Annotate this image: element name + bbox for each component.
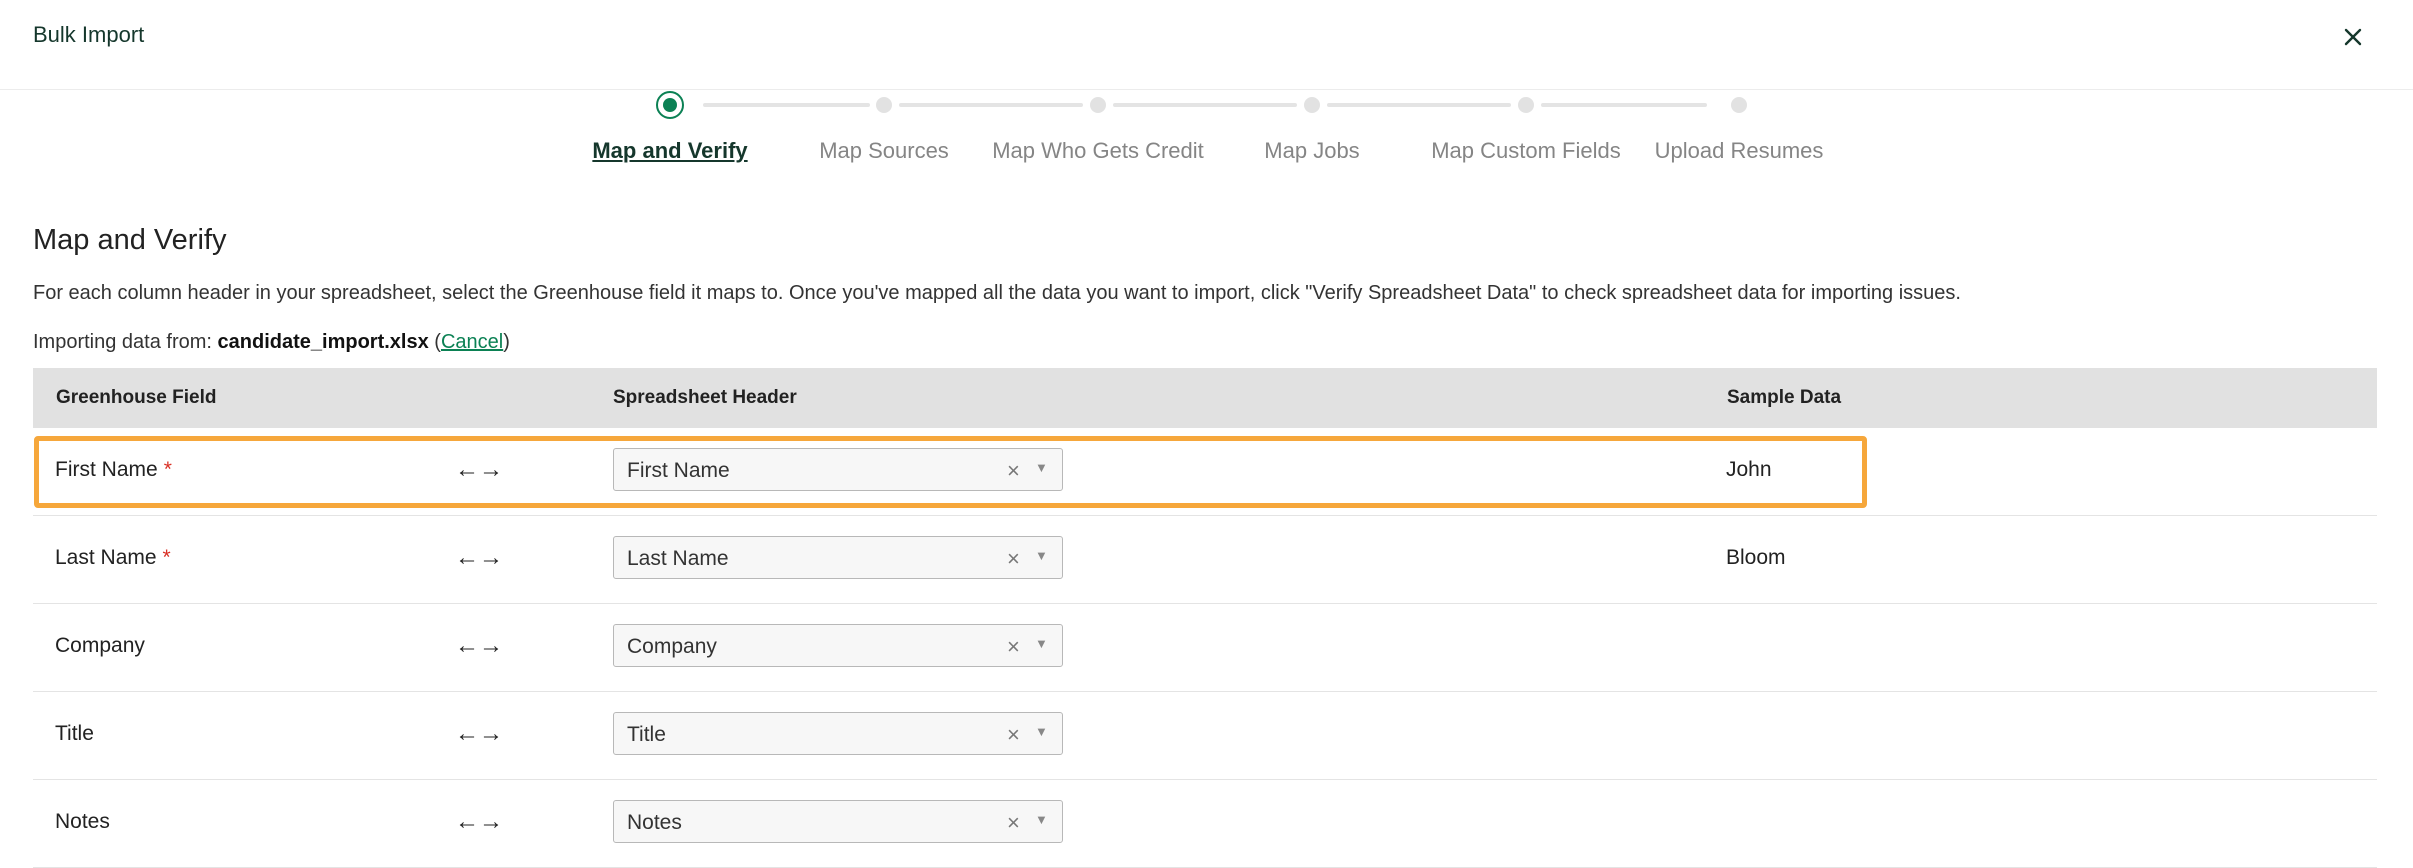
spreadsheet-header-select[interactable]: Company × ▼ (613, 624, 1063, 667)
select-value: Company (627, 635, 717, 658)
greenhouse-field-name: Last Name * (55, 546, 171, 569)
step-indicator-active (656, 91, 684, 119)
step-connector (703, 103, 870, 107)
step-map-jobs[interactable]: Map Jobs (1192, 138, 1432, 164)
instructions-text: For each column header in your spreadshe… (33, 282, 1961, 304)
chevron-down-icon[interactable]: ▼ (1035, 724, 1048, 739)
select-value: Title (627, 723, 666, 746)
step-connector (1113, 103, 1297, 107)
paren-close: ) (503, 331, 510, 353)
clear-icon[interactable]: × (1007, 634, 1020, 660)
import-source-line: Importing data from: candidate_import.xl… (33, 331, 510, 354)
step-connector (1541, 103, 1707, 107)
spreadsheet-header-select[interactable]: Last Name × ▼ (613, 536, 1063, 579)
required-asterisk: * (162, 546, 171, 569)
step-map-sources[interactable]: Map Sources (764, 138, 1004, 164)
step-indicator (1518, 97, 1534, 113)
map-arrows-icon: ←→ (455, 544, 503, 571)
map-arrows-icon: ←→ (455, 720, 503, 747)
spreadsheet-header-select[interactable]: Notes × ▼ (613, 800, 1063, 843)
modal-header: Bulk Import (0, 0, 2413, 90)
sample-data-value: John (1726, 458, 1772, 481)
cancel-import-link[interactable]: Cancel (441, 331, 503, 353)
table-row: Last Name * ←→ Last Name × ▼ Bloom (33, 516, 2377, 604)
spreadsheet-header-select[interactable]: Title × ▼ (613, 712, 1063, 755)
table-row: Company ←→ Company × ▼ (33, 604, 2377, 692)
select-value: Notes (627, 811, 682, 834)
mapping-table-header: Greenhouse Field Spreadsheet Header Samp… (33, 368, 2377, 428)
table-row: First Name * ←→ First Name × ▼ John (33, 428, 2377, 516)
step-map-custom-fields[interactable]: Map Custom Fields (1406, 138, 1646, 164)
clear-icon[interactable]: × (1007, 458, 1020, 484)
greenhouse-field-name: Notes (55, 810, 110, 833)
modal-title: Bulk Import (33, 22, 145, 47)
clear-icon[interactable]: × (1007, 546, 1020, 572)
map-arrows-icon: ←→ (455, 808, 503, 835)
close-button[interactable] (2336, 20, 2370, 54)
map-arrows-icon: ←→ (455, 632, 503, 659)
column-header-sample-data: Sample Data (1727, 387, 1842, 408)
select-value: First Name (627, 459, 730, 482)
step-connector (1327, 103, 1511, 107)
greenhouse-field-name: Title (55, 722, 94, 745)
step-indicator (1304, 97, 1320, 113)
step-indicator (1090, 97, 1106, 113)
chevron-down-icon[interactable]: ▼ (1035, 812, 1048, 827)
clear-icon[interactable]: × (1007, 722, 1020, 748)
greenhouse-field-name: Company (55, 634, 145, 657)
import-prefix: Importing data from: (33, 331, 212, 353)
step-indicator (876, 97, 892, 113)
greenhouse-field-name: First Name * (55, 458, 172, 481)
close-icon (2344, 28, 2362, 46)
step-indicator (1731, 97, 1747, 113)
chevron-down-icon[interactable]: ▼ (1035, 460, 1048, 475)
step-map-who-gets-credit[interactable]: Map Who Gets Credit (978, 138, 1218, 164)
step-upload-resumes[interactable]: Upload Resumes (1619, 138, 1859, 164)
chevron-down-icon[interactable]: ▼ (1035, 636, 1048, 651)
column-header-greenhouse-field: Greenhouse Field (56, 387, 217, 408)
table-row: Title ←→ Title × ▼ (33, 692, 2377, 780)
column-header-spreadsheet-header: Spreadsheet Header (613, 387, 797, 408)
import-filename: candidate_import.xlsx (217, 331, 429, 353)
required-asterisk: * (163, 458, 172, 481)
step-map-and-verify[interactable]: Map and Verify (550, 138, 790, 164)
spreadsheet-header-select[interactable]: First Name × ▼ (613, 448, 1063, 491)
step-connector (899, 103, 1083, 107)
section-title: Map and Verify (33, 224, 227, 256)
chevron-down-icon[interactable]: ▼ (1035, 548, 1048, 563)
table-row: Notes ←→ Notes × ▼ (33, 780, 2377, 868)
sample-data-value: Bloom (1726, 546, 1786, 569)
clear-icon[interactable]: × (1007, 810, 1020, 836)
paren-open: ( (434, 331, 441, 353)
select-value: Last Name (627, 547, 729, 570)
progress-stepper: Map and Verify Map Sources Map Who Gets … (0, 90, 2413, 190)
map-arrows-icon: ←→ (455, 456, 503, 483)
